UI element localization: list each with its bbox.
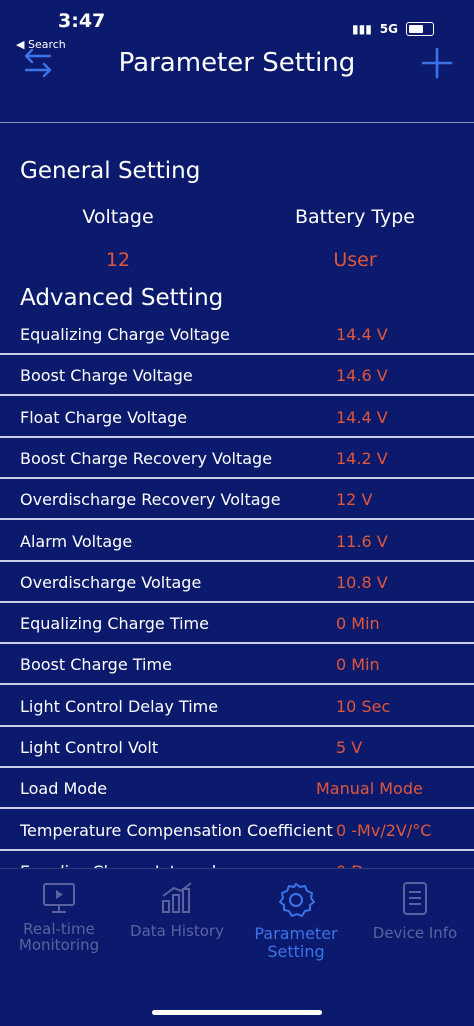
gear-icon bbox=[279, 883, 315, 917]
tab-parameter-setting[interactable]: Parameter Setting bbox=[237, 881, 355, 961]
page-title: Parameter Setting bbox=[118, 48, 356, 78]
setting-value[interactable]: 14.4 V bbox=[336, 397, 388, 438]
bar-chart-icon bbox=[162, 882, 192, 913]
monitor-icon bbox=[43, 883, 75, 913]
setting-value[interactable]: 10 Sec bbox=[336, 686, 390, 727]
tab-label: Parameter Setting bbox=[254, 924, 338, 961]
nav-header: Parameter Setting bbox=[0, 44, 474, 104]
setting-value[interactable]: 0 Min bbox=[336, 603, 380, 644]
tab-label: Data History bbox=[130, 922, 224, 940]
document-icon bbox=[403, 882, 427, 915]
setting-value[interactable]: 0 Min bbox=[336, 644, 380, 685]
header-divider bbox=[0, 122, 474, 123]
setting-label: Alarm Voltage bbox=[20, 531, 133, 551]
setting-value[interactable]: 5 V bbox=[336, 727, 362, 768]
tab-label: Real-time Monitoring bbox=[18, 920, 100, 954]
setting-value[interactable]: 11.6 V bbox=[336, 521, 388, 562]
setting-row[interactable]: Overdischarge Voltage 10.8 V bbox=[0, 562, 474, 603]
setting-row[interactable]: Light Control Volt 5 V bbox=[0, 727, 474, 768]
setting-value[interactable]: 0 -Mv/2V/°C bbox=[336, 810, 431, 851]
setting-label: Boost Charge Voltage bbox=[20, 366, 193, 386]
tab-data-history[interactable]: Data History bbox=[118, 881, 236, 939]
tab-device-info[interactable]: Device Info bbox=[356, 881, 474, 941]
setting-label: Equalizing Charge Time bbox=[20, 614, 209, 634]
setting-label: Boost Charge Time bbox=[20, 655, 172, 675]
battery-type-value[interactable]: User bbox=[245, 249, 465, 271]
setting-row[interactable]: Temperature Compensation Coefficient 0 -M… bbox=[0, 810, 474, 851]
voltage-value[interactable]: 12 bbox=[8, 249, 228, 271]
setting-label: Load Mode bbox=[20, 779, 108, 799]
setting-value[interactable]: 12 V bbox=[336, 479, 372, 520]
setting-row[interactable]: Boost Charge Recovery Voltage 14.2 V bbox=[0, 438, 474, 479]
setting-label: Float Charge Voltage bbox=[20, 407, 188, 427]
setting-row[interactable]: Equalizing Charge Time 0 Min bbox=[0, 603, 474, 645]
setting-value[interactable]: 14.2 V bbox=[336, 438, 388, 479]
home-indicator bbox=[152, 1010, 322, 1015]
setting-row[interactable]: Float Charge Voltage 14.4 V bbox=[0, 397, 474, 438]
setting-row[interactable]: Boost Charge Time 0 Min bbox=[0, 644, 474, 686]
setting-label: Light Control Volt bbox=[20, 738, 159, 757]
setting-row[interactable]: Equalizing Charge Voltage 14.4 V bbox=[0, 314, 474, 355]
setting-label: Equalizing Charge Voltage bbox=[20, 325, 230, 344]
voltage-label: Voltage bbox=[82, 206, 154, 228]
setting-label: Boost Charge Recovery Voltage bbox=[20, 448, 273, 468]
advanced-setting-heading: Advanced Setting bbox=[20, 285, 224, 311]
network-label: 5G bbox=[379, 22, 398, 36]
setting-label: Overdischarge Voltage bbox=[20, 572, 202, 592]
setting-value[interactable]: 14.6 V bbox=[336, 355, 388, 396]
status-indicators: ▮▮▮ 5G bbox=[352, 22, 434, 36]
battery-icon bbox=[406, 22, 434, 36]
setting-label: Temperature Compensation Coefficient bbox=[20, 820, 333, 840]
setting-row[interactable]: Boost Charge Voltage 14.6 V bbox=[0, 355, 474, 397]
tab-realtime-monitoring[interactable]: Real-time Monitoring bbox=[0, 881, 118, 953]
battery-type-label: Battery Type bbox=[294, 206, 415, 228]
setting-row[interactable]: Alarm Voltage 11.6 V bbox=[0, 521, 474, 562]
setting-value[interactable]: 14.4 V bbox=[336, 314, 388, 355]
setting-row[interactable]: Load Mode Manual Mode bbox=[0, 768, 474, 810]
setting-row[interactable]: Light Control Delay Time 10 Sec bbox=[0, 686, 474, 727]
status-time: 3:47 bbox=[58, 10, 106, 32]
add-icon[interactable] bbox=[420, 46, 454, 80]
setting-label: Light Control Delay Time bbox=[20, 696, 219, 716]
setting-row[interactable]: Overdischarge Recovery Voltage 12 V bbox=[0, 479, 474, 521]
status-bar: 3:47 ◀ Search ▮▮▮ 5G bbox=[0, 0, 474, 51]
signal-icon: ▮▮▮ bbox=[351, 22, 372, 36]
setting-label: Overdischarge Recovery Voltage bbox=[20, 490, 281, 510]
tab-label: Device Info bbox=[372, 924, 458, 942]
general-setting-heading: General Setting bbox=[20, 158, 201, 184]
tab-bar: Real-time Monitoring Data History Parame… bbox=[0, 868, 474, 1026]
setting-value[interactable]: 10.8 V bbox=[336, 562, 388, 603]
setting-value[interactable]: Manual Mode bbox=[316, 768, 423, 809]
